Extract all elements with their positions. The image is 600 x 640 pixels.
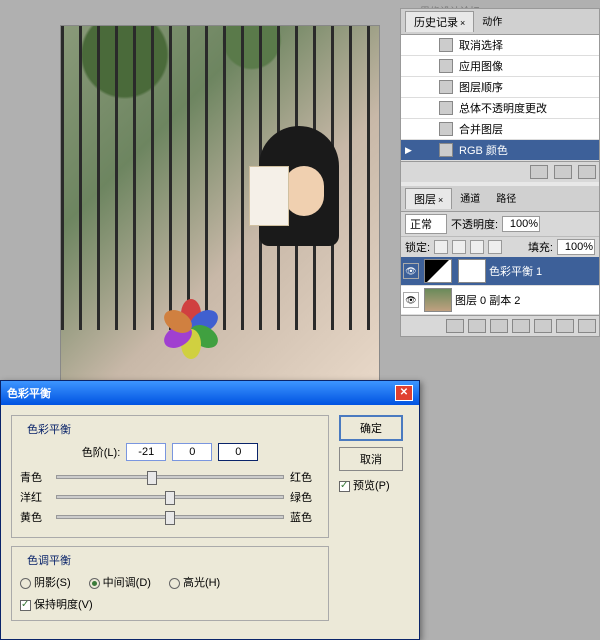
layer-thumbnail[interactable] [424, 288, 452, 312]
slider-magenta-green: 洋红 绿色 [20, 489, 320, 505]
levels-row: 色阶(L): [20, 443, 320, 461]
lock-position-icon[interactable] [470, 240, 484, 254]
fill-label: 填充: [528, 239, 553, 255]
tab-paths[interactable]: 路径 [488, 188, 524, 209]
lock-row: 锁定: 填充: 100% [401, 236, 599, 257]
layer-name[interactable]: 色彩平衡 1 [489, 263, 542, 279]
layers-toolbar [401, 315, 599, 336]
preview-checkbox[interactable]: 预览(P) [339, 480, 390, 492]
color-balance-fieldset: 色彩平衡 色阶(L): 青色 红色 洋红 [11, 415, 329, 538]
lock-paint-icon[interactable] [452, 240, 466, 254]
layer-row[interactable]: 色彩平衡 1 [401, 257, 599, 286]
image-canvas[interactable] [60, 25, 380, 385]
delete-layer-button[interactable] [578, 319, 596, 333]
slider-track[interactable] [56, 515, 284, 519]
close-button[interactable]: ✕ [395, 385, 413, 401]
opacity-label: 不透明度: [451, 216, 498, 232]
layer-name[interactable]: 图层 0 副本 2 [455, 292, 520, 308]
slider-left-label: 黄色 [20, 509, 50, 525]
history-tabs: 历史记录× 动作 [401, 9, 599, 35]
slider-right-label: 蓝色 [290, 509, 320, 525]
layer-thumbnail[interactable] [424, 259, 452, 283]
history-item[interactable]: 图层顺序 [401, 77, 599, 98]
layer-mask-button[interactable] [490, 319, 508, 333]
canvas-content [61, 26, 379, 384]
history-step-icon [439, 101, 453, 115]
history-step-icon [439, 143, 453, 157]
layers-tabs: 图层× 通道 路径 [401, 186, 599, 212]
adjustment-layer-button[interactable] [512, 319, 530, 333]
fieldset-title: 色彩平衡 [24, 421, 74, 437]
history-step-icon [439, 122, 453, 136]
slider-right-label: 红色 [290, 469, 320, 485]
radio-midtones[interactable]: 中间调(D) [89, 574, 151, 590]
blend-mode-select[interactable]: 正常 [405, 214, 447, 234]
history-step-icon [439, 80, 453, 94]
slider-track[interactable] [56, 475, 284, 479]
new-snapshot-button[interactable] [530, 165, 548, 179]
history-item[interactable]: ▶RGB 颜色 [401, 140, 599, 161]
color-balance-dialog: 色彩平衡 ✕ 色彩平衡 色阶(L): 青色 红色 [0, 380, 420, 640]
history-item[interactable]: 合并图层 [401, 119, 599, 140]
slider-thumb[interactable] [147, 471, 157, 485]
dialog-title: 色彩平衡 [7, 385, 51, 401]
history-step-icon [439, 59, 453, 73]
levels-label: 色阶(L): [82, 444, 121, 460]
ok-button[interactable]: 确定 [339, 415, 403, 441]
slider-yellow-blue: 黄色 蓝色 [20, 509, 320, 525]
slider-left-label: 洋红 [20, 489, 50, 505]
tone-balance-fieldset: 色调平衡 阴影(S) 中间调(D) 高光(H) 保持明度(V) [11, 546, 329, 621]
level-cyan-red-input[interactable] [126, 443, 166, 461]
lock-label: 锁定: [405, 239, 430, 255]
history-item[interactable]: 总体不透明度更改 [401, 98, 599, 119]
right-panels: 历史记录× 动作 取消选择 应用图像 图层顺序 总体不透明度更改 合并图层 ▶R… [400, 8, 600, 337]
layer-mask-thumbnail[interactable] [458, 259, 486, 283]
layers-panel: 图层× 通道 路径 正常 不透明度: 100% 锁定: 填充: 100% 色彩平… [401, 186, 599, 336]
radio-highlights[interactable]: 高光(H) [169, 574, 220, 590]
tab-actions[interactable]: 动作 [474, 11, 510, 32]
delete-button[interactable] [578, 165, 596, 179]
slider-left-label: 青色 [20, 469, 50, 485]
radio-shadows[interactable]: 阴影(S) [20, 574, 71, 590]
tone-radio-row: 阴影(S) 中间调(D) 高光(H) [20, 574, 320, 590]
slider-track[interactable] [56, 495, 284, 499]
layer-style-button[interactable] [468, 319, 486, 333]
new-group-button[interactable] [534, 319, 552, 333]
history-step-icon [439, 38, 453, 52]
preserve-luminosity-checkbox[interactable]: 保持明度(V) [20, 599, 93, 611]
tab-close-icon[interactable]: × [438, 195, 443, 205]
slider-right-label: 绿色 [290, 489, 320, 505]
dialog-titlebar[interactable]: 色彩平衡 ✕ [1, 381, 419, 405]
tab-layers[interactable]: 图层× [405, 188, 452, 209]
lock-all-icon[interactable] [488, 240, 502, 254]
visibility-toggle-icon[interactable] [403, 263, 419, 279]
layer-options-row: 正常 不透明度: 100% [401, 212, 599, 236]
fill-input[interactable]: 100% [557, 239, 595, 255]
history-item[interactable]: 取消选择 [401, 35, 599, 56]
slider-thumb[interactable] [165, 511, 175, 525]
fieldset-title: 色调平衡 [24, 552, 74, 568]
opacity-input[interactable]: 100% [502, 216, 540, 232]
new-layer-button[interactable] [556, 319, 574, 333]
history-toolbar [401, 161, 599, 182]
visibility-toggle-icon[interactable] [403, 292, 419, 308]
link-layers-button[interactable] [446, 319, 464, 333]
new-document-button[interactable] [554, 165, 572, 179]
tab-close-icon[interactable]: × [460, 18, 465, 28]
level-magenta-green-input[interactable] [172, 443, 212, 461]
slider-cyan-red: 青色 红色 [20, 469, 320, 485]
level-yellow-blue-input[interactable] [218, 443, 258, 461]
lock-transparency-icon[interactable] [434, 240, 448, 254]
layers-list: 色彩平衡 1 图层 0 副本 2 [401, 257, 599, 315]
history-item[interactable]: 应用图像 [401, 56, 599, 77]
tab-history[interactable]: 历史记录× [405, 11, 474, 32]
slider-thumb[interactable] [165, 491, 175, 505]
history-list: 取消选择 应用图像 图层顺序 总体不透明度更改 合并图层 ▶RGB 颜色 [401, 35, 599, 161]
layer-row[interactable]: 图层 0 副本 2 [401, 286, 599, 315]
tab-channels[interactable]: 通道 [452, 188, 488, 209]
cancel-button[interactable]: 取消 [339, 447, 403, 471]
